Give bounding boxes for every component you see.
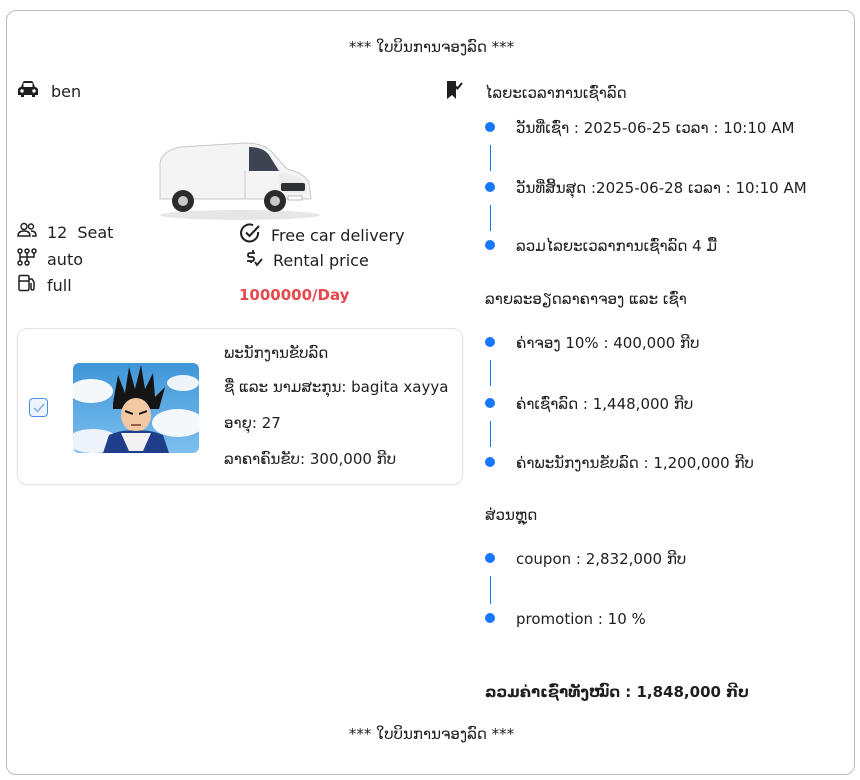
rental-duration: ລວມໄລຍະເວລາການເຊົ່າລົດ 4 ມື້ [516, 237, 717, 255]
timeline-dot [485, 613, 495, 623]
seat-spec: 12 Seat [17, 222, 113, 242]
rental-start: ວັນທີ່ເຊົ່າ : 2025-06-25 ເວລາ : 10:10 AM [516, 119, 795, 137]
car-image [145, 133, 330, 221]
car-name-row: ben [17, 80, 81, 102]
driver-staff-card[interactable]: ພະນັກງານຂັບລົດ ຊື່ ແລະ ນາມສະກຸນ: bagita … [17, 328, 463, 485]
staff-select-checkbox[interactable] [29, 398, 48, 417]
car-icon [17, 80, 39, 102]
checkmark-icon [33, 403, 45, 413]
staff-title: ພະນັກງານຂັບລົດ [224, 344, 329, 362]
price-tag-icon [243, 248, 263, 272]
timeline-connector [490, 421, 491, 447]
staff-price: ລາຄາຄົນຂັບ: 300,000 ກີບ [224, 450, 397, 468]
timeline-dot [485, 240, 495, 250]
price-per-day: 1000000/Day [239, 286, 350, 304]
staff-name: ຊື່ ແລະ ນາມສະກຸນ: bagita xayya [224, 378, 449, 396]
receipt-header: *** ໃບບິນການຈອງລົດ *** [348, 38, 515, 56]
rental-price-label: Rental price [273, 250, 369, 270]
timeline-dot [485, 337, 495, 347]
price-details-title: ລາຍລະອຽດລາຄາຈອງ ແລະ ເຊົ່າ [485, 290, 687, 308]
seat-label: Seat [77, 222, 114, 242]
staff-avatar [73, 363, 199, 453]
seat-count: 12 [47, 222, 68, 242]
timeline-dot [485, 182, 495, 192]
timeline-connector [490, 576, 491, 604]
check-circle-icon [239, 222, 261, 248]
receipt-card: *** ໃບບິນການຈອງລົດ *** ben 12 Seat auto … [6, 10, 855, 775]
fuel-pump-icon [17, 274, 37, 296]
promotion-value: promotion : 10 % [516, 610, 646, 628]
timeline-dot [485, 553, 495, 563]
coupon-value: coupon : 2,832,000 ກີບ [516, 550, 687, 568]
timeline-dot [485, 398, 495, 408]
users-icon [17, 222, 37, 242]
booking-fee: ຄ່າຈອງ 10% : 400,000 ກີບ [516, 334, 700, 352]
timeline-connector [490, 145, 491, 171]
timeline-dot [485, 457, 495, 467]
receipt-footer: *** ໃບບິນການຈອງລົດ *** [348, 725, 515, 743]
driver-fee: ຄ່າພະນັກງານຂັບລົດ : 1,200,000 ກີບ [516, 454, 754, 472]
car-name: ben [51, 81, 82, 101]
gear-shift-icon [17, 248, 37, 270]
transmission-spec: auto [17, 248, 83, 270]
timeline-connector [490, 360, 491, 386]
total-amount: ລວມຄ່າເຊົ່າທັງໝົດ : 1,848,000 ກີບ [485, 683, 749, 701]
transmission-value: auto [47, 249, 84, 269]
bookmark-check-icon [445, 80, 463, 104]
rental-end: ວັນທີ່ສິ້ນສຸດ :2025-06-28 ເວລາ : 10:10 A… [516, 179, 807, 197]
fuel-value: full [47, 275, 72, 295]
staff-age: ອາຍຸ: 27 [224, 414, 281, 432]
timeline-connector [490, 205, 491, 231]
fuel-spec: full [17, 274, 72, 296]
timeline-dot [485, 122, 495, 132]
rental-price-spec: Rental price [243, 248, 369, 272]
delivery-text: Free car delivery [271, 225, 405, 245]
delivery-spec: Free car delivery [239, 222, 405, 248]
discount-title: ສ່ວນຫຼຸດ [485, 506, 538, 524]
rental-period-title: ໄລຍະເວລາການເຊົ່າລົດ [485, 84, 627, 102]
rental-fee: ຄ່າເຊົ່າລົດ : 1,448,000 ກີບ [516, 395, 694, 413]
